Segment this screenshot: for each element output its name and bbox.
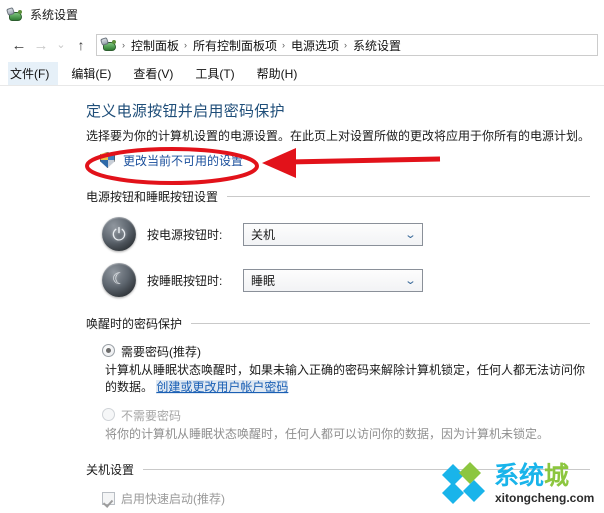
require-password-label: 需要密码(推荐) [121,345,201,359]
breadcrumb-separator: › [122,40,125,50]
menu-bar: 文件(F) 编辑(E) 查看(V) 工具(T) 帮助(H) [0,61,604,86]
no-password-option[interactable]: 不需要密码 [102,407,590,424]
require-password-radio[interactable] [102,344,115,357]
shutdown-section-title: 关机设置 [86,463,135,477]
uac-shield-icon [100,152,115,168]
breadcrumb[interactable]: › 控制面板 › 所有控制面板项 › 电源选项 › 系统设置 [96,34,598,56]
password-section-title: 唤醒时的密码保护 [86,317,183,331]
breadcrumb-separator: › [282,40,286,50]
window-title: 系统设置 [30,8,79,22]
menu-item-view[interactable]: 查看(V) [131,62,182,85]
chevron-down-icon[interactable]: ⌄ [400,274,420,287]
password-section-header: 唤醒时的密码保护 [86,315,590,332]
breadcrumb-item-all-items[interactable]: 所有控制面板项 [191,37,279,54]
power-button-icon: ⏻ [102,217,136,251]
breadcrumb-separator: › [184,40,188,50]
page-title: 定义电源按钮并启用密码保护 [86,103,285,120]
require-password-description: 计算机从睡眠状态唤醒时，如果未输入正确的密码来解除计算机锁定，任何人都无法访问你… [105,362,590,396]
sleep-button-action-row: ☾ 按睡眠按钮时: 睡眠 ⌄ [102,263,590,297]
power-button-action-label: 按电源按钮时: [147,227,223,242]
watermark: 系统城 xitongcheng.com [440,461,598,509]
watermark-domain: xitongcheng.com [495,491,595,505]
address-bar: ← → ⌄ ↑ › 控制面板 › 所有控制面板项 › 电源选项 › 系统设置 [0,29,604,61]
breadcrumb-item-power-options[interactable]: 电源选项 [289,37,341,54]
no-password-label: 不需要密码 [121,409,182,423]
require-password-option[interactable]: 需要密码(推荐) [102,343,590,360]
no-password-description: 将你的计算机从睡眠状态唤醒时，任何人都可以访问你的数据，因为计算机未锁定。 [105,427,550,441]
window-title-bar: 系统设置 [0,0,604,29]
chevron-down-icon[interactable]: ⌄ [400,228,420,241]
breadcrumb-control-panel-icon [100,37,117,53]
power-buttons-section-header: 电源按钮和睡眠按钮设置 [86,188,590,205]
breadcrumb-item-control-panel[interactable]: 控制面板 [129,37,181,54]
create-change-account-password-link[interactable]: 创建或更改用户帐户密码 [156,380,289,394]
no-password-radio[interactable] [102,408,115,421]
watermark-diamonds-icon [442,462,485,504]
watermark-brand-part2: 城 [544,462,570,490]
breadcrumb-separator: › [344,40,348,50]
power-button-action-row: ⏻ 按电源按钮时: 关机 ⌄ [102,217,590,251]
menu-item-help[interactable]: 帮助(H) [255,62,307,85]
power-button-action-value: 关机 [251,227,276,242]
forward-button[interactable]: → [30,34,52,56]
page-description: 选择要为你的计算机设置的电源设置。在此页上对设置所做的更改将应用于你所有的电源计… [86,129,591,143]
menu-item-edit[interactable]: 编辑(E) [69,62,120,85]
menu-item-file[interactable]: 文件(F) [8,61,59,85]
back-button[interactable]: ← [8,34,30,56]
sleep-moon-icon: ☾ [102,263,136,297]
sleep-button-action-label: 按睡眠按钮时: [147,273,223,288]
menu-item-tools[interactable]: 工具(T) [193,62,243,85]
sleep-button-action-value: 睡眠 [251,273,276,288]
fast-startup-label: 启用快速启动(推荐) [121,492,225,506]
control-panel-icon [6,6,23,23]
fast-startup-checkbox[interactable] [102,492,115,505]
watermark-brand-part1: 系统 [494,462,545,490]
uac-link-label[interactable]: 更改当前不可用的设置 [123,152,243,169]
watermark-brand: 系统城 [494,462,569,490]
power-button-action-select[interactable]: 关机 ⌄ [243,222,423,246]
content-area: 定义电源按钮并启用密码保护 选择要为你的计算机设置的电源设置。在此页上对设置所做… [0,86,604,507]
sleep-button-action-select[interactable]: 睡眠 ⌄ [243,268,423,292]
section-divider [227,196,590,197]
section-divider [191,323,590,324]
power-buttons-section-title: 电源按钮和睡眠按钮设置 [86,190,219,204]
breadcrumb-item-system-settings[interactable]: 系统设置 [351,37,403,54]
up-button[interactable]: ↑ [70,34,92,56]
recent-locations-button[interactable]: ⌄ [52,34,70,56]
change-unavailable-settings-link[interactable]: 更改当前不可用的设置 [100,150,590,170]
